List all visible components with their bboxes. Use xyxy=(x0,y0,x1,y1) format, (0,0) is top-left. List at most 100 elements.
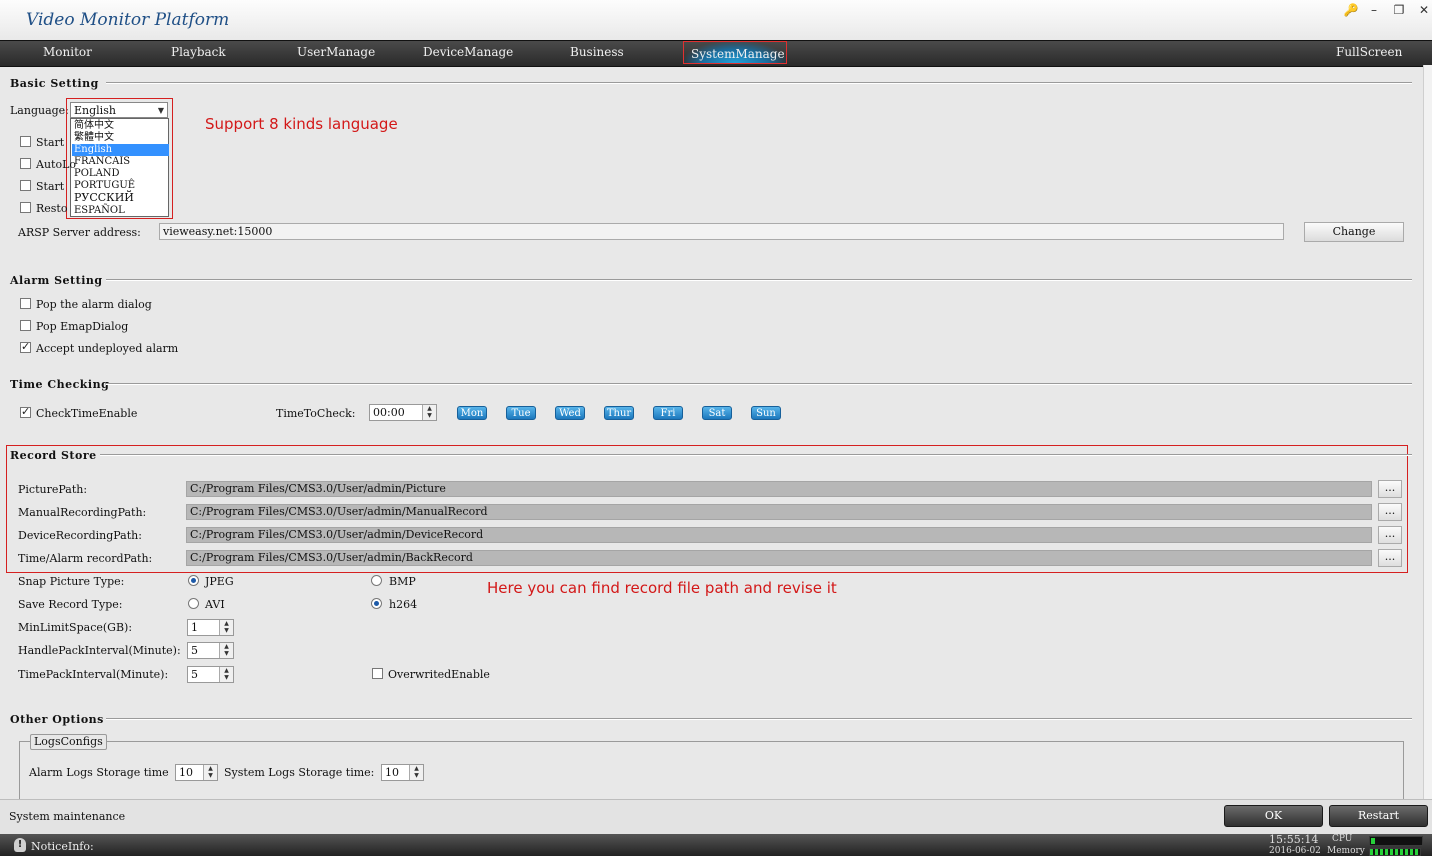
handle-pack-spinbox[interactable]: 5 ▲ ▼ xyxy=(187,642,234,659)
snap-type-label: Snap Picture Type: xyxy=(18,575,125,588)
day-fri-button[interactable]: Fri xyxy=(653,406,683,420)
alarm-logs-spinbox[interactable]: 10 ▲ ▼ xyxy=(175,764,218,781)
divider xyxy=(106,718,1412,720)
pop-alarm-checkbox[interactable] xyxy=(20,298,31,309)
picture-path-input[interactable]: C:/Program Files/CMS3.0/User/admin/Pictu… xyxy=(186,481,1372,497)
start2-label: Start xyxy=(36,180,65,193)
overwrite-label: OverwritedEnable xyxy=(388,668,490,681)
spin-arrows-icon[interactable]: ▲ ▼ xyxy=(409,765,423,780)
time-to-check-label: TimeToCheck: xyxy=(276,407,356,420)
ok-button[interactable]: OK xyxy=(1224,805,1323,827)
status-bar xyxy=(0,834,1432,856)
check-time-enable-label: CheckTimeEnable xyxy=(36,407,138,420)
time-pack-label: TimePackInterval(Minute): xyxy=(18,668,169,681)
time-pack-value: 5 xyxy=(191,668,198,681)
picture-path-label: PicturePath: xyxy=(18,483,88,496)
restore-checkbox[interactable] xyxy=(20,202,31,213)
time-to-check-spinbox[interactable]: 00:00 ▲ ▼ xyxy=(369,404,437,421)
nav-monitor[interactable]: Monitor xyxy=(43,45,92,59)
restore-button[interactable]: ❐ xyxy=(1389,2,1409,18)
cpu-label: CPU xyxy=(1332,834,1353,844)
day-thur-button[interactable]: Thur xyxy=(604,406,634,420)
save-avi-radio[interactable] xyxy=(188,598,199,609)
manual-path-browse-button[interactable]: ... xyxy=(1378,503,1402,521)
device-path-label: DeviceRecordingPath: xyxy=(18,529,142,542)
overwrite-checkbox[interactable] xyxy=(372,668,383,679)
nav-devicemanage[interactable]: DeviceManage xyxy=(423,45,513,59)
alarm-logs-value: 10 xyxy=(179,766,193,779)
other-options-heading: Other Options xyxy=(10,713,104,726)
nav-systemmanage[interactable]: SystemManage xyxy=(691,47,785,61)
day-wed-button[interactable]: Wed xyxy=(555,406,585,420)
change-button[interactable]: Change xyxy=(1304,222,1404,242)
fullscreen-button[interactable]: FullScreen xyxy=(1336,45,1402,59)
manual-path-input[interactable]: C:/Program Files/CMS3.0/User/admin/Manua… xyxy=(186,504,1372,520)
language-annotation: Support 8 kinds language xyxy=(205,115,398,133)
divider xyxy=(106,82,1412,84)
min-space-value: 1 xyxy=(191,621,198,634)
autologin-label: AutoLo xyxy=(36,158,76,171)
manual-path-label: ManualRecordingPath: xyxy=(18,506,147,519)
time-pack-spinbox[interactable]: 5 ▲ ▼ xyxy=(187,666,234,683)
pop-emap-checkbox[interactable] xyxy=(20,320,31,331)
device-path-browse-button[interactable]: ... xyxy=(1378,526,1402,544)
day-sat-button[interactable]: Sat xyxy=(702,406,732,420)
start-checkbox[interactable] xyxy=(20,136,31,147)
alarm-logs-label: Alarm Logs Storage time xyxy=(29,766,169,779)
day-tue-button[interactable]: Tue xyxy=(506,406,536,420)
snap-bmp-radio[interactable] xyxy=(371,575,382,586)
save-h264-label: h264 xyxy=(389,598,418,611)
alarm-path-browse-button[interactable]: ... xyxy=(1378,549,1402,567)
spin-arrows-icon[interactable]: ▲ ▼ xyxy=(203,765,217,780)
memory-meter xyxy=(1369,848,1421,856)
pop-emap-label: Pop EmapDialog xyxy=(36,320,129,333)
app-title: Video Monitor Platform xyxy=(26,10,230,30)
restore-label: Resto xyxy=(36,202,68,215)
spin-arrows-icon[interactable]: ▲ ▼ xyxy=(219,667,233,682)
clock-time: 15:55:14 xyxy=(1269,833,1319,846)
min-space-label: MinLimitSpace(GB): xyxy=(18,621,133,634)
footer-bar xyxy=(0,799,1432,835)
start2-checkbox[interactable] xyxy=(20,180,31,191)
nav-usermanage[interactable]: UserManage xyxy=(297,45,375,59)
system-logs-spinbox[interactable]: 10 ▲ ▼ xyxy=(381,764,424,781)
spin-arrows-icon[interactable]: ▲ ▼ xyxy=(422,405,436,420)
device-path-input[interactable]: C:/Program Files/CMS3.0/User/admin/Devic… xyxy=(186,527,1372,543)
snap-jpeg-radio[interactable] xyxy=(188,575,199,586)
nav-business[interactable]: Business xyxy=(570,45,624,59)
picture-path-browse-button[interactable]: ... xyxy=(1378,480,1402,498)
save-avi-label: AVI xyxy=(205,598,225,611)
key-icon[interactable]: 🔑 xyxy=(1341,2,1361,18)
clock-date: 2016-06-02 xyxy=(1269,846,1321,856)
basic-setting-heading: Basic Setting xyxy=(10,77,99,90)
divider xyxy=(100,454,1412,456)
autologin-checkbox[interactable] xyxy=(20,158,31,169)
accept-undeployed-label: Accept undeployed alarm xyxy=(36,342,179,355)
arsp-value: vieweasy.net:15000 xyxy=(163,225,273,238)
snap-jpeg-label: JPEG xyxy=(205,575,234,588)
notice-info-label: NoticeInfo: xyxy=(31,840,94,853)
nav-playback[interactable]: Playback xyxy=(171,45,226,59)
restart-button[interactable]: Restart xyxy=(1329,805,1428,827)
alarm-path-input[interactable]: C:/Program Files/CMS3.0/User/admin/BackR… xyxy=(186,550,1372,566)
divider xyxy=(106,279,1412,281)
arsp-input[interactable]: vieweasy.net:15000 xyxy=(159,223,1284,240)
spin-arrows-icon[interactable]: ▲ ▼ xyxy=(219,620,233,635)
alarm-setting-heading: Alarm Setting xyxy=(10,274,103,287)
day-mon-button[interactable]: Mon xyxy=(457,406,487,420)
system-logs-label: System Logs Storage time: xyxy=(224,766,375,779)
time-checking-heading: Time Checking xyxy=(10,378,110,391)
check-time-enable-checkbox[interactable] xyxy=(20,405,31,418)
accept-undeployed-checkbox[interactable] xyxy=(20,340,31,353)
vertical-scrollbar[interactable] xyxy=(1423,65,1432,800)
start-label: Start xyxy=(36,136,65,149)
save-h264-radio[interactable] xyxy=(371,598,382,609)
day-sun-button[interactable]: Sun xyxy=(751,406,781,420)
spin-arrows-icon[interactable]: ▲ ▼ xyxy=(219,643,233,658)
minimize-button[interactable]: – xyxy=(1364,2,1384,18)
arsp-label: ARSP Server address: xyxy=(18,226,141,239)
close-button[interactable]: ✕ xyxy=(1414,2,1432,18)
min-space-spinbox[interactable]: 1 ▲ ▼ xyxy=(187,619,234,636)
time-to-check-value: 00:00 xyxy=(373,406,405,419)
logs-configs-label: LogsConfigs xyxy=(30,734,107,750)
